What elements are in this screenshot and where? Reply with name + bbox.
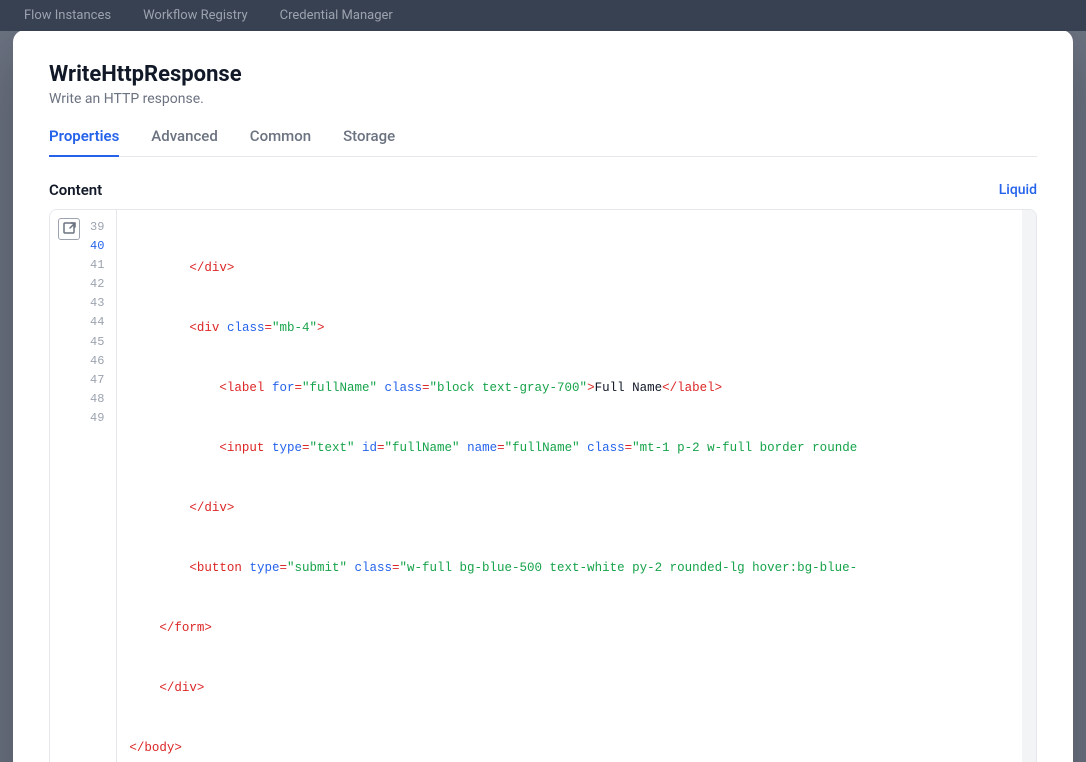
- code-line-39: </div>: [129, 258, 1024, 278]
- content-section-header: Content Liquid: [49, 181, 1037, 199]
- code-line-45: </form>: [129, 618, 1024, 638]
- expand-icon[interactable]: [58, 218, 80, 240]
- tab-advanced[interactable]: Advanced: [151, 127, 217, 157]
- tab-common[interactable]: Common: [250, 127, 311, 157]
- nav-item-flow-instances[interactable]: Flow Instances: [24, 6, 111, 25]
- modal-title: WriteHttpResponse: [49, 62, 1037, 87]
- code-content: </div> <div class="mb-4"> <label for="fu…: [117, 210, 1036, 762]
- liquid-link[interactable]: Liquid: [999, 182, 1037, 198]
- code-area: 39 40 41 42 43 44 45 46 47 48 49 </div>: [50, 210, 1036, 762]
- content-label: Content: [49, 181, 102, 199]
- code-vscroll[interactable]: [1022, 210, 1036, 762]
- modal-overlay: WriteHttpResponse Write an HTTP response…: [0, 0, 1086, 762]
- code-line-47: </body>: [129, 738, 1024, 758]
- modal-dialog: WriteHttpResponse Write an HTTP response…: [13, 30, 1073, 762]
- code-line-40: <div class="mb-4">: [129, 318, 1024, 338]
- code-editor[interactable]: 39 40 41 42 43 44 45 46 47 48 49 </div>: [49, 209, 1037, 762]
- tab-properties[interactable]: Properties: [49, 127, 119, 157]
- code-line-41: <label for="fullName" class="block text-…: [129, 378, 1024, 398]
- line-numbers: 39 40 41 42 43 44 45 46 47 48 49: [50, 210, 117, 762]
- code-line-42: <input type="text" id="fullName" name="f…: [129, 438, 1024, 458]
- nav-item-workflow-registry[interactable]: Workflow Registry: [143, 6, 248, 25]
- nav-item-credential-manager[interactable]: Credential Manager: [280, 6, 393, 25]
- tab-storage[interactable]: Storage: [343, 127, 395, 157]
- code-line-43: </div>: [129, 498, 1024, 518]
- code-line-46: </div>: [129, 678, 1024, 698]
- code-line-44: <button type="submit" class="w-full bg-b…: [129, 558, 1024, 578]
- top-nav-bar: Flow Instances Workflow Registry Credent…: [0, 0, 1086, 31]
- modal-subtitle: Write an HTTP response.: [49, 91, 1037, 107]
- editor-toolbar: [58, 218, 80, 240]
- tab-bar: Properties Advanced Common Storage: [49, 127, 1037, 157]
